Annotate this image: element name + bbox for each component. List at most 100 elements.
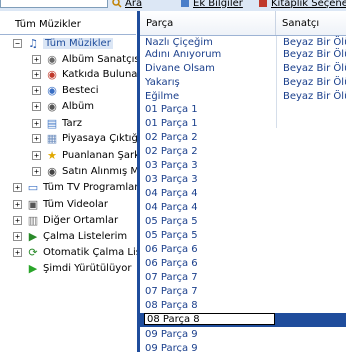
track-row[interactable]: 04 Parça 4: [140, 187, 346, 201]
expand-toggle[interactable]: +: [32, 70, 41, 79]
column-header-title[interactable]: Parça: [140, 11, 276, 35]
track-row[interactable]: Adını Anıyorum Beyaz Bir Ölüm: [140, 48, 346, 62]
top-toolbar: Ara Ek Bilgiler Kitaplık Seçenekleri: [0, 0, 346, 11]
expand-toggle[interactable]: +: [32, 119, 41, 128]
track-row[interactable]: 03 Parça 3: [140, 173, 346, 187]
expand-toggle[interactable]: +: [32, 151, 41, 160]
expand-toggle[interactable]: +: [13, 232, 22, 241]
track-row[interactable]: 06 Parça 6: [140, 243, 346, 257]
expand-toggle[interactable]: +: [32, 55, 41, 64]
track-row[interactable]: 03 Parça 3: [140, 159, 346, 173]
album-icon: ◉: [47, 100, 57, 113]
tree-item[interactable]: + ▭ Tüm TV Programları: [13, 180, 137, 195]
track-row[interactable]: Divane Olsam Beyaz Bir Ölüm: [140, 62, 346, 76]
expand-toggle[interactable]: +: [13, 200, 22, 209]
track-row[interactable]: 02 Parça 2: [140, 145, 346, 159]
column-header-bar: Parça Sanatçı: [140, 11, 346, 36]
track-row[interactable]: 07 Parça 7: [140, 271, 346, 285]
track-title: 06 Parça 6: [145, 258, 198, 269]
expand-toggle[interactable]: +: [32, 86, 41, 95]
track-row[interactable]: 07 Parça 7: [140, 285, 346, 299]
track-row[interactable]: 05 Parça 5: [140, 215, 346, 229]
contributing-artist-icon: ◉: [47, 68, 57, 81]
expand-toggle[interactable]: +: [13, 248, 22, 257]
expand-toggle[interactable]: +: [32, 102, 41, 111]
auto-playlist-icon: ⟳: [28, 246, 38, 259]
composer-icon: ◉: [47, 84, 57, 97]
column-header-artist[interactable]: Sanatçı: [276, 11, 346, 35]
expand-toggle[interactable]: +: [13, 183, 22, 192]
track-artist: Beyaz Bir Ölüm: [283, 63, 346, 74]
tree-item-label: Piyasaya Çıktığı Yıl: [62, 133, 137, 144]
tree-item-label: Besteci: [62, 85, 99, 96]
collapse-toggle[interactable]: −: [13, 39, 22, 48]
genre-icon: ▤: [46, 117, 58, 130]
track-row[interactable]: 08 Parça 8: [140, 299, 346, 313]
track-row[interactable]: 02 Parça 2: [140, 131, 346, 145]
track-title: 04 Parça 4: [145, 202, 198, 213]
info-icon: [181, 0, 189, 7]
track-title: 09 Parça 9: [145, 343, 198, 352]
track-title: 04 Parça 4: [145, 188, 198, 199]
tree-item[interactable]: − ♫ Tüm Müzikler: [13, 36, 113, 51]
tree-item-label: Otomatik Çalma Listeleri: [43, 247, 137, 258]
tree-item[interactable]: + ⟳ Otomatik Çalma Listeleri: [13, 245, 137, 260]
tree-item[interactable]: + ▤ Tarz: [32, 116, 82, 131]
tv-icon: ▭: [27, 181, 39, 194]
tree-item-label: Puanlanan Şarkılar: [62, 150, 137, 161]
track-title-edit-field[interactable]: 08 Parça 8: [144, 313, 275, 325]
search-button[interactable]: Ara: [112, 0, 142, 9]
tree-item[interactable]: + ▣ Tüm Videolar: [13, 197, 108, 212]
expand-toggle[interactable]: +: [32, 167, 41, 176]
tree-item-label: Tarz: [62, 118, 82, 129]
tree-item[interactable]: + ▦ Piyasaya Çıktığı Yıl: [32, 131, 137, 146]
track-title: 05 Parça 5: [145, 216, 198, 227]
track-title: 01 Parça 1: [145, 104, 198, 115]
column-divider: [276, 36, 277, 128]
track-row[interactable]: 01 Parça 1: [140, 117, 346, 131]
column-header-title-label: Parça: [146, 18, 174, 29]
track-row[interactable]: Yakarış Beyaz Bir Ölüm: [140, 76, 346, 90]
library-options-label: Kitaplık Seçenekleri: [271, 0, 346, 9]
track-artist: Beyaz Bir Ölüm: [283, 91, 346, 102]
tree-item[interactable]: + ◉ Katkıda Bulunan Sanatçı: [32, 67, 137, 82]
search-input[interactable]: [0, 0, 108, 8]
tree-item[interactable]: + ◉ Albüm: [32, 99, 94, 114]
purchased-music-icon: ◉: [47, 165, 57, 178]
tree-item[interactable]: + ▥ Diğer Ortamlar: [13, 213, 118, 228]
track-title: Yakarış: [145, 77, 180, 88]
tree-item[interactable]: ▶ Şimdi Yürütülüyor: [13, 261, 132, 276]
tree-item[interactable]: + ◉ Satın Alınmış Müzik: [32, 164, 137, 179]
library-tree: − ♫ Tüm Müzikler + ◉ Albüm Sanatçısı + ◉ Katkıda…: [0, 36, 137, 352]
tree-item-label: Tüm TV Programları: [43, 182, 137, 193]
tree-item[interactable]: + ◉ Albüm Sanatçısı: [32, 52, 137, 67]
track-row[interactable]: 08 Parça 8: [140, 313, 346, 327]
track-row[interactable]: 05 Parça 5: [140, 229, 346, 243]
track-title: 01 Parça 1: [145, 118, 198, 129]
tree-item-label: Diğer Ortamlar: [43, 215, 119, 226]
track-title: 06 Parça 6: [145, 244, 198, 255]
tree-item[interactable]: + ★ Puanlanan Şarkılar: [32, 148, 137, 163]
track-row[interactable]: Eğilme Beyaz Bir Ölüm: [140, 90, 346, 104]
tree-item-label: Tüm Videolar: [43, 199, 109, 210]
info-button[interactable]: Ek Bilgiler: [180, 0, 243, 9]
release-year-icon: ▦: [46, 132, 58, 145]
tree-item[interactable]: + ◉ Besteci: [32, 83, 99, 98]
tree-item[interactable]: + ▶ Çalma Listelerim: [13, 229, 127, 244]
track-row[interactable]: 09 Parça 9: [140, 328, 346, 342]
track-title: Adını Anıyorum: [145, 49, 222, 60]
play-icon: ▶: [28, 262, 38, 275]
expand-toggle[interactable]: +: [32, 134, 41, 143]
track-row[interactable]: 01 Parça 1: [140, 103, 346, 117]
search-icon: [112, 0, 122, 8]
tree-item-label: Şimdi Yürütülüyor: [43, 263, 132, 274]
library-options-icon: [259, 0, 267, 7]
track-list: Nazlı ÇiçeğimBeyaz Bir ÖlümAdını Anıyoru…: [140, 36, 346, 352]
expand-toggle[interactable]: +: [13, 216, 22, 225]
track-row[interactable]: 09 Parça 9: [140, 342, 346, 352]
track-row[interactable]: 06 Parça 6: [140, 257, 346, 271]
track-row[interactable]: 04 Parça 4: [140, 201, 346, 215]
track-title: Eğilme: [145, 91, 180, 102]
track-title: 07 Parça 7: [145, 286, 198, 297]
library-options-button[interactable]: Kitaplık Seçenekleri: [258, 0, 346, 9]
